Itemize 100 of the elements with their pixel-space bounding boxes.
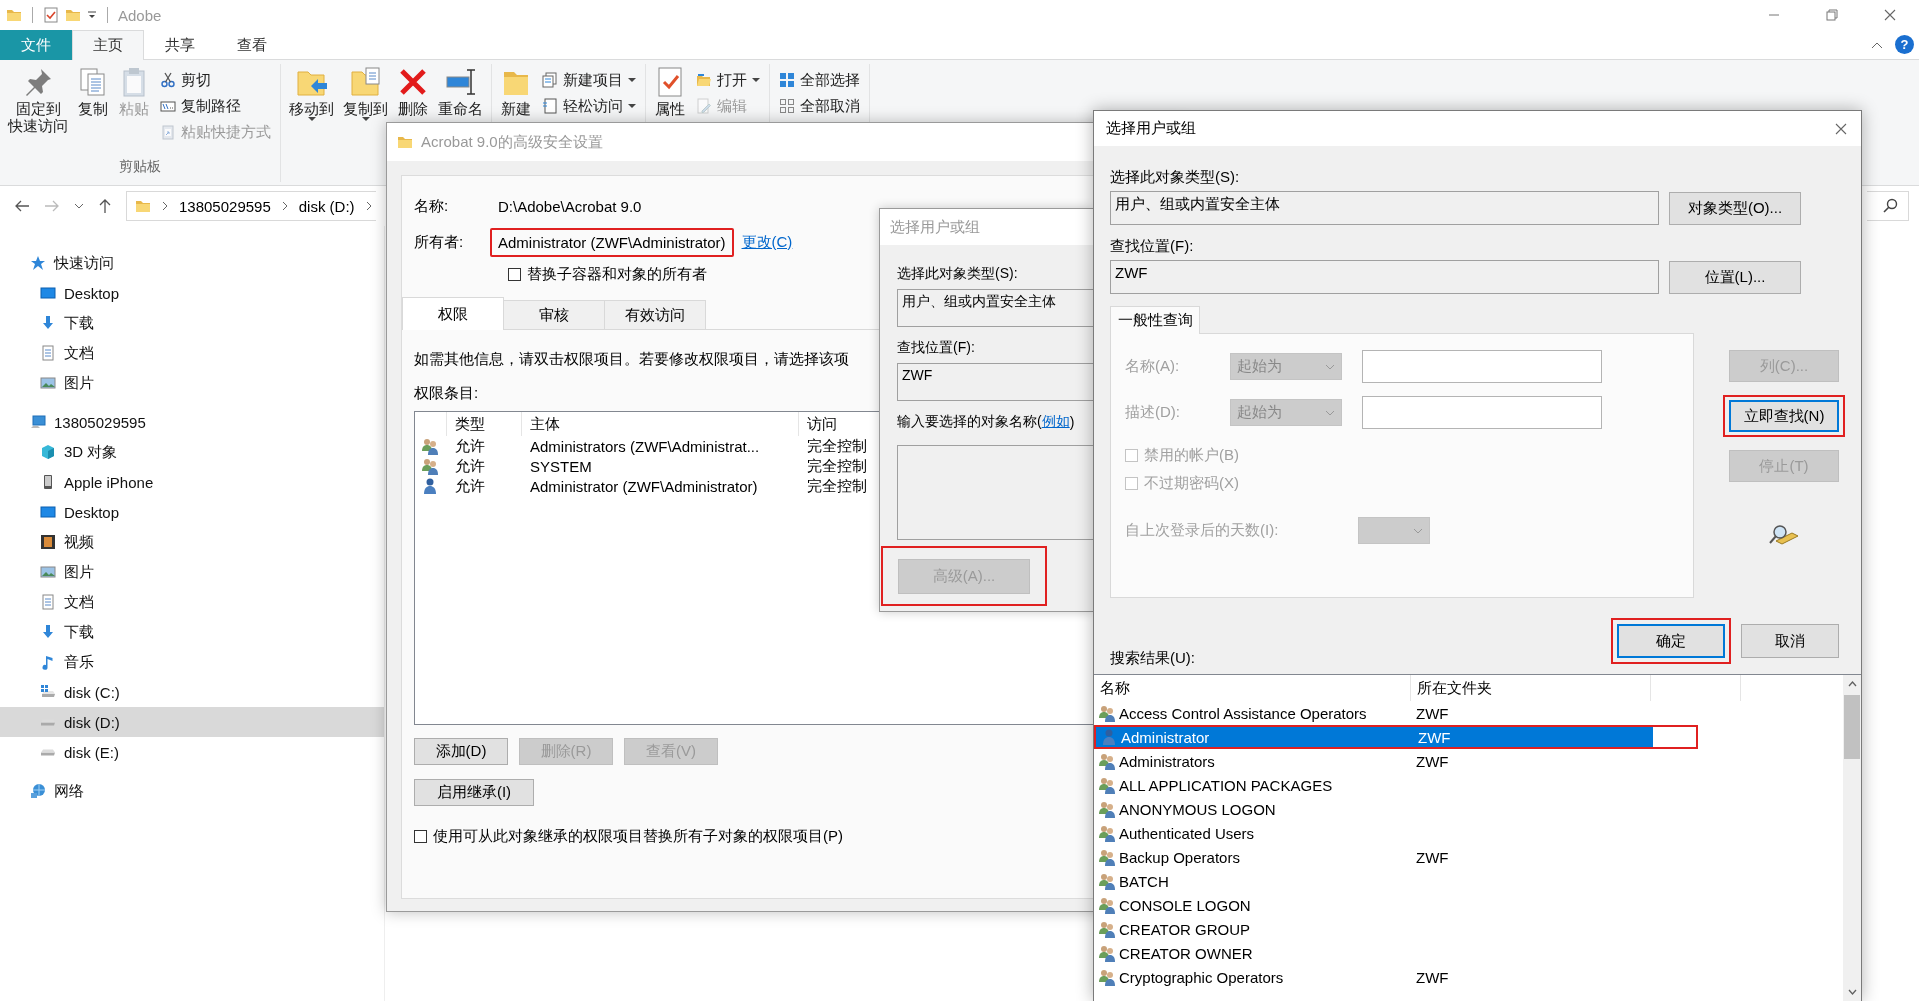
change-link[interactable]: 更改(C) [741, 232, 793, 252]
names-field[interactable] [897, 445, 1093, 540]
ribbon-button[interactable]: 复制路径 [156, 94, 275, 118]
input-field[interactable] [1362, 350, 1602, 383]
tree-item[interactable]: 快速访问 [0, 248, 384, 278]
object-type-field: 用户、组或内置安全主体 [1110, 191, 1659, 225]
chevron-icon [364, 200, 373, 212]
ribbon-button[interactable]: 删除 [394, 64, 432, 119]
ribbon-tab[interactable]: 查看 [216, 30, 288, 60]
scroll-down-icon[interactable] [1847, 989, 1857, 995]
ribbon-button[interactable]: 新建 [497, 64, 535, 119]
tree-item[interactable]: 图片 [0, 368, 384, 398]
close-icon[interactable] [1884, 9, 1896, 21]
list-item[interactable]: Cryptographic Operators [1094, 965, 1411, 989]
rename-icon [444, 66, 477, 98]
scroll-thumb[interactable] [1844, 695, 1860, 759]
breadcrumb[interactable]: disk (D:) [298, 197, 355, 215]
checkbox[interactable] [414, 829, 427, 843]
help-button[interactable]: ? [1895, 35, 1914, 54]
ribbon-button[interactable]: 打开 [692, 68, 764, 92]
list-item[interactable]: Authenticated Users [1094, 821, 1411, 845]
list-item[interactable]: Administrator [1096, 727, 1413, 747]
tree-item[interactable]: Desktop [0, 278, 384, 308]
tab[interactable]: 有效访问 [604, 300, 706, 329]
tree-item[interactable]: 音乐 [0, 647, 384, 677]
chevron-icon [1325, 409, 1335, 416]
ribbon-button[interactable]: 剪切 [156, 68, 275, 92]
inherit-button[interactable]: 启用继承(I) [414, 779, 534, 806]
chevron-icon[interactable] [74, 203, 84, 209]
tree-item[interactable]: Apple iPhone [0, 467, 384, 497]
caret-icon[interactable] [1871, 40, 1883, 49]
tree-item[interactable]: Desktop [0, 497, 384, 527]
tab[interactable]: 一般性查询 [1110, 306, 1200, 334]
group-icon [1098, 824, 1116, 842]
close-icon[interactable] [1835, 122, 1847, 135]
action-button[interactable]: 立即查找(N) [1729, 400, 1839, 432]
ribbon-button[interactable]: 新建项目 [538, 68, 640, 92]
dialog-title: 选择用户或组 [890, 217, 980, 237]
search-field[interactable] [1867, 191, 1909, 221]
list-item[interactable]: CREATOR OWNER [1094, 941, 1411, 965]
tree-item[interactable]: disk (E:) [0, 737, 384, 767]
cancel-button[interactable]: 取消 [1741, 624, 1839, 658]
tree-item[interactable]: disk (D:) [0, 707, 384, 737]
table-cell-text: 完全控制 [806, 456, 868, 476]
table-cell-text: ZWF [1415, 847, 1450, 868]
tree-item[interactable]: 图片 [0, 557, 384, 587]
clipboard-icon [160, 124, 176, 140]
tab[interactable]: 审核 [503, 300, 605, 329]
tab[interactable]: 权限 [402, 297, 504, 330]
ribbon-tab[interactable]: 共享 [144, 30, 216, 60]
list-item[interactable]: ALL APPLICATION PACKAGES [1094, 773, 1411, 797]
object-types-button[interactable]: 对象类型(O)... [1669, 191, 1801, 225]
list-item[interactable]: CONSOLE LOGON [1094, 893, 1411, 917]
list-item[interactable]: Administrators [1094, 749, 1411, 773]
column-header: 所在文件夹 [1411, 675, 1651, 701]
locations-button[interactable]: 位置(L)... [1669, 260, 1801, 294]
breadcrumb[interactable]: 13805029595 [179, 197, 271, 215]
ok-button[interactable]: 确定 [1617, 624, 1725, 658]
back-icon[interactable] [14, 198, 30, 214]
up-icon[interactable] [98, 198, 112, 214]
tree-item[interactable]: 下载 [0, 308, 384, 338]
restore-icon[interactable] [1826, 9, 1838, 21]
checklist-icon[interactable] [43, 7, 59, 23]
tree-item[interactable]: 网络 [0, 776, 384, 806]
ribbon-tab[interactable]: 主页 [72, 30, 144, 60]
list-item[interactable]: Access Control Assistance Operators [1094, 701, 1411, 725]
checkbox-label: 不过期密码(X) [1144, 473, 1239, 493]
tree-item[interactable]: 13805029595 [0, 407, 384, 437]
group-icon [421, 437, 439, 455]
folder-icon [135, 198, 151, 214]
ribbon-button[interactable]: 重命名 [435, 64, 486, 119]
address-bar[interactable]: 13805029595 disk (D:) [126, 191, 376, 221]
ribbon-button[interactable]: 移动到 [286, 64, 337, 124]
action-button[interactable]: 添加(D) [414, 738, 508, 765]
ribbon-tab[interactable]: 文件 [0, 30, 72, 60]
ribbon-button[interactable]: 轻松访问 [538, 94, 640, 118]
tree-item[interactable]: 下载 [0, 617, 384, 647]
caret-icon[interactable] [87, 10, 97, 20]
group-icon [1098, 800, 1116, 818]
example-link[interactable]: 例如 [1041, 413, 1070, 431]
tree-item[interactable]: 视频 [0, 527, 384, 557]
tree-item[interactable]: 文档 [0, 338, 384, 368]
ribbon-button[interactable]: 复制到 [340, 64, 391, 124]
computer-icon [30, 414, 46, 430]
checkbox[interactable] [508, 267, 521, 281]
ribbon-button[interactable]: 全部选择 [775, 68, 864, 92]
ribbon-button[interactable]: 复制 [74, 64, 112, 119]
list-item[interactable]: ANONYMOUS LOGON [1094, 797, 1411, 821]
ribbon-button[interactable]: 属性 [651, 64, 689, 119]
scroll-up-icon[interactable] [1847, 681, 1857, 687]
tree-item[interactable]: 3D 对象 [0, 437, 384, 467]
object-type-field: 用户、组或内置安全主体 [897, 289, 1093, 327]
list-item[interactable]: Backup Operators [1094, 845, 1411, 869]
list-item[interactable]: BATCH [1094, 869, 1411, 893]
input-field[interactable] [1362, 396, 1602, 429]
list-item[interactable]: CREATOR GROUP [1094, 917, 1411, 941]
ribbon-button[interactable]: 全部取消 [775, 94, 864, 118]
ribbon-button[interactable]: 固定到 快速访问 [5, 64, 71, 136]
tree-item[interactable]: disk (C:) [0, 677, 384, 707]
tree-item[interactable]: 文档 [0, 587, 384, 617]
